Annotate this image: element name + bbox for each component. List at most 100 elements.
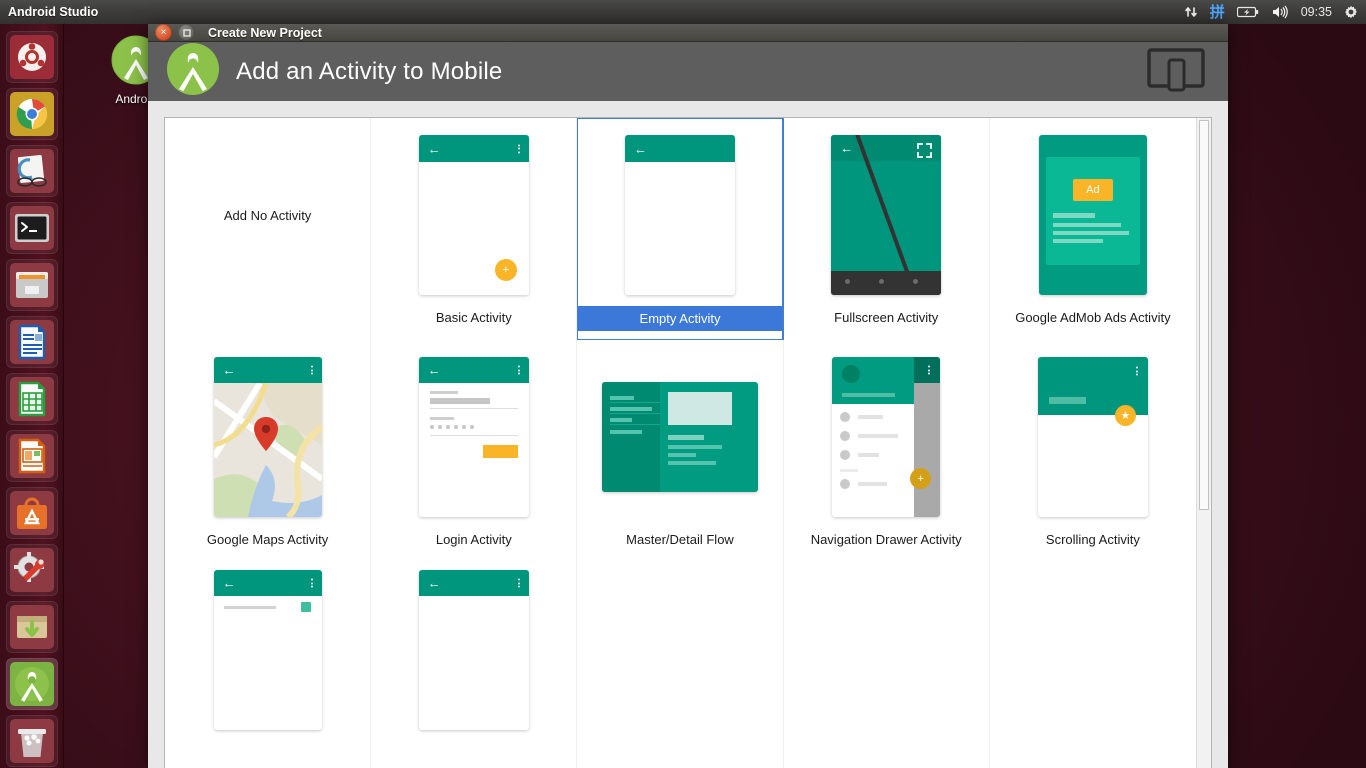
checkbox-art — [300, 602, 311, 612]
vertical-scrollbar[interactable] — [1196, 118, 1211, 768]
fab-star-icon: ★ — [1114, 405, 1136, 426]
thumbnail-empty: ← — [624, 126, 735, 304]
overflow-menu-icon — [517, 365, 520, 375]
battery-charging-icon[interactable] — [1236, 6, 1259, 18]
unity-launcher — [0, 24, 64, 768]
activity-label: Basic Activity — [435, 310, 512, 325]
activity-label — [260, 750, 276, 758]
back-arrow-icon: ← — [427, 362, 441, 378]
activity-card-navigation-drawer-activity[interactable]: + Navigation Drawer Activity — [784, 340, 990, 562]
activity-template-grid: Add No Activity ← + Basic Activity ← Emp… — [165, 118, 1196, 768]
volume-icon[interactable] — [1271, 5, 1289, 19]
activity-card-partial-4[interactable] — [784, 562, 990, 768]
activity-template-scroll-area: Add No Activity ← + Basic Activity ← Emp… — [165, 118, 1196, 768]
trash-icon — [9, 719, 54, 763]
overflow-menu-icon — [517, 144, 520, 153]
terminal-icon — [9, 206, 54, 250]
sidebar-item-ubuntu-software[interactable] — [5, 487, 58, 539]
sidebar-item-terminal[interactable] — [5, 202, 58, 254]
sidebar-item-ubuntu-dash[interactable] — [5, 31, 58, 83]
android-studio-icon — [9, 662, 54, 706]
back-arrow-icon: ← — [427, 141, 441, 156]
sidebar-item-libreoffice-writer[interactable] — [5, 316, 58, 368]
thumbnail-tabbed: ← — [418, 570, 529, 748]
activity-card-google-admob-ads-activity[interactable]: Ad Google AdMob Ads Activity — [990, 118, 1196, 340]
activity-card-login-activity[interactable]: ← Login Activity — [371, 340, 578, 562]
thumbnail-settings: ← — [213, 570, 322, 748]
activity-card-empty-activity[interactable]: ← Empty Activity — [577, 118, 784, 340]
system-tray: 拼 09:35 — [1184, 5, 1366, 20]
activity-card-partial-1[interactable]: ← — [165, 562, 372, 768]
thumbnail-navdrawer: + — [832, 348, 941, 526]
maximize-icon[interactable] — [178, 24, 195, 41]
back-arrow-icon: ← — [222, 362, 236, 378]
calc-icon — [9, 377, 54, 421]
activity-card-basic-activity[interactable]: ← + Basic Activity — [371, 118, 578, 340]
activity-card-partial-3[interactable] — [577, 562, 784, 768]
thumbnail-fullscreen: ← — [831, 126, 942, 304]
thumbnail-login: ← — [418, 348, 529, 526]
top-panel: Android Studio 拼 09:35 — [0, 0, 1366, 24]
create-new-project-dialog: × Create New Project Add an Activity to … — [148, 24, 1228, 768]
activity-label: Scrolling Activity — [1045, 532, 1140, 547]
software-center-icon — [9, 491, 54, 535]
activity-label: Login Activity — [435, 532, 512, 547]
dialog-header: Add an Activity to Mobile — [148, 42, 1228, 101]
activity-card-add-no-activity[interactable]: Add No Activity — [165, 118, 372, 340]
activity-template-panel: Add No Activity ← + Basic Activity ← Emp… — [164, 117, 1212, 768]
chrome-icon — [9, 92, 54, 136]
sidebar-item-system-settings[interactable] — [5, 544, 58, 596]
sidebar-item-document-viewer[interactable] — [5, 145, 58, 197]
top-panel-app-name[interactable]: Android Studio — [8, 5, 98, 19]
activity-label — [466, 750, 482, 758]
fullscreen-expand-icon — [917, 143, 933, 163]
back-arrow-icon: ← — [427, 575, 441, 591]
input-method-icon[interactable]: 拼 — [1210, 5, 1225, 20]
file-manager-icon — [9, 263, 54, 307]
archive-manager-icon — [9, 605, 54, 649]
overflow-menu-icon — [928, 365, 931, 375]
android-studio-logo-icon — [166, 42, 220, 101]
overflow-menu-icon — [310, 365, 313, 375]
activity-card-master-detail-flow[interactable]: Master/Detail Flow — [577, 340, 784, 562]
sidebar-item-trash[interactable] — [5, 715, 58, 767]
activity-card-google-maps-activity[interactable]: ← Google Maps Activity — [165, 340, 372, 562]
sidebar-item-archive-manager[interactable] — [5, 601, 58, 653]
thumbnail-scrolling: ★ — [1037, 348, 1148, 526]
fab-add-icon: + — [494, 259, 517, 281]
activity-label: Navigation Drawer Activity — [810, 532, 962, 547]
activity-label: Add No Activity — [223, 207, 312, 223]
sidebar-item-android-studio[interactable] — [5, 658, 58, 710]
activity-card-scrolling-activity[interactable]: ★ Scrolling Activity — [990, 340, 1196, 562]
sidebar-item-libreoffice-impress[interactable] — [5, 430, 58, 482]
writer-icon — [9, 320, 54, 364]
activity-card-partial-5[interactable] — [990, 562, 1196, 768]
sidebar-item-libreoffice-calc[interactable] — [5, 373, 58, 425]
clock[interactable]: 09:35 — [1301, 6, 1332, 19]
close-icon[interactable]: × — [155, 24, 172, 41]
activity-card-partial-2[interactable]: ← — [371, 562, 578, 768]
sidebar-item-files[interactable] — [5, 259, 58, 311]
activity-label: Google AdMob Ads Activity — [1015, 310, 1171, 325]
thumbnail-admob: Ad — [1038, 126, 1147, 304]
thumbnail-none: Add No Activity — [224, 126, 311, 304]
gear-icon[interactable] — [1344, 5, 1358, 19]
mobile-form-factor-icon — [1146, 46, 1206, 97]
sidebar-item-google-chrome[interactable] — [5, 88, 58, 140]
activity-label: Empty Activity — [577, 306, 783, 331]
overflow-menu-icon — [310, 578, 313, 588]
dialog-window-title: Create New Project — [208, 25, 322, 40]
activity-card-fullscreen-activity[interactable]: ← Fullscreen Activity — [784, 118, 990, 340]
ubuntu-logo-icon — [9, 35, 54, 79]
back-arrow-icon: ← — [633, 141, 647, 156]
thumbnail-basic: ← + — [418, 126, 529, 304]
ad-badge: Ad — [1072, 179, 1113, 201]
document-viewer-icon — [9, 149, 54, 193]
vertical-scrollbar-thumb[interactable] — [1199, 120, 1209, 510]
back-arrow-icon: ← — [840, 140, 854, 156]
activity-label: Master/Detail Flow — [626, 532, 734, 547]
back-arrow-icon: ← — [222, 575, 236, 591]
overflow-menu-icon — [517, 578, 520, 588]
page-title: Add an Activity to Mobile — [236, 57, 503, 85]
network-up-down-icon[interactable] — [1184, 5, 1198, 19]
